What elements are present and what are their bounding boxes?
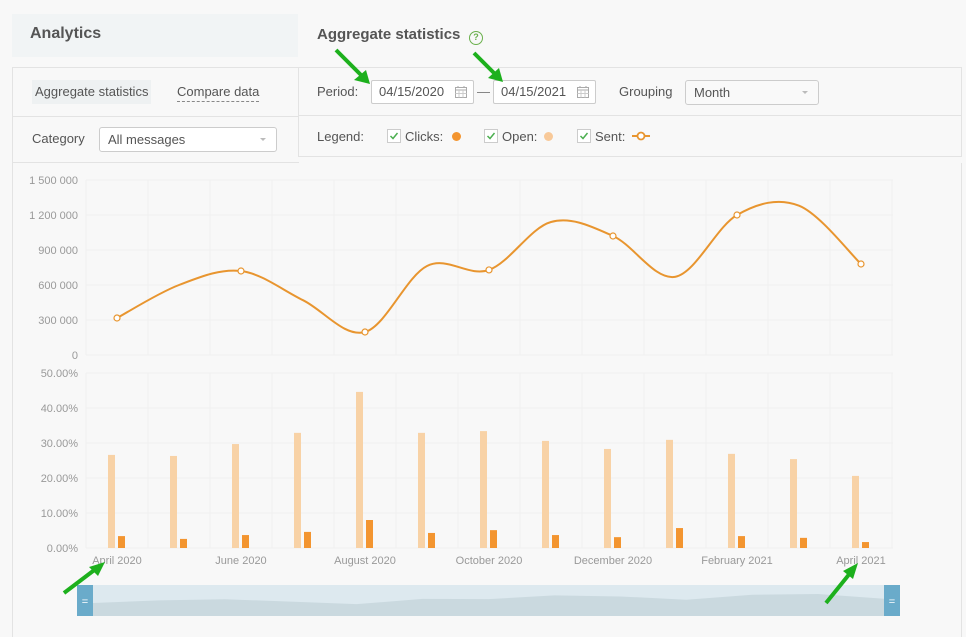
chevron-down-icon [802, 91, 808, 94]
clicks-bar [552, 535, 559, 548]
divider [299, 115, 961, 116]
clicks-bar [428, 532, 435, 548]
sent-legend-label: Sent: [595, 129, 626, 144]
clicks-legend-label: Clicks: [405, 129, 444, 144]
legend-label: Legend: [317, 129, 364, 144]
page-title: Aggregate statistics [317, 26, 461, 43]
clicks-bar [738, 536, 745, 548]
checkmark-icon [389, 132, 399, 140]
sent-point [237, 267, 245, 275]
open-bar [790, 459, 797, 548]
category-label: Category [32, 131, 85, 146]
tab-aggregate-statistics[interactable]: Aggregate statistics [32, 80, 152, 104]
sent-point [361, 328, 369, 336]
y-tick-label: 30.00% [41, 438, 79, 450]
x-tick-label: April 2021 [836, 555, 886, 567]
y-tick-label: 1 500 000 [29, 175, 78, 187]
clicks-checkbox[interactable] [387, 129, 401, 143]
tab-compare-data[interactable]: Compare data [177, 80, 260, 102]
clicks-bar [676, 528, 683, 548]
x-tick-label: October 2020 [456, 555, 523, 567]
y-tick-label: 600 000 [38, 280, 78, 292]
handle-grip-icon: = [889, 596, 895, 608]
sent-point [609, 232, 617, 240]
x-tick-label: February 2021 [701, 555, 773, 567]
open-bar [170, 455, 177, 548]
open-checkbox[interactable] [484, 129, 498, 143]
left-panel: Aggregate statistics Compare data Catego… [12, 67, 299, 163]
sent-checkbox[interactable] [577, 129, 591, 143]
open-bar [108, 454, 115, 548]
sent-point [857, 260, 865, 268]
open-bar [666, 439, 673, 548]
clicks-bar [490, 530, 497, 548]
grouping-label: Grouping [619, 84, 673, 99]
y-tick-label: 300 000 [38, 315, 78, 327]
clicks-bar [118, 536, 125, 548]
date-from-value: 04/15/2020 [379, 84, 445, 99]
sidebar-header: Analytics [12, 14, 298, 57]
checkmark-icon [579, 132, 589, 140]
clicks-bar [800, 537, 807, 548]
sent-point [733, 211, 741, 219]
grouping-select[interactable]: Month [685, 80, 819, 105]
y-tick-label: 20.00% [41, 473, 79, 485]
divider [13, 116, 299, 117]
open-bar [294, 432, 301, 548]
x-tick-label: December 2020 [574, 555, 652, 567]
clicks-bar [614, 537, 621, 548]
sent-marker-icon [632, 131, 650, 141]
y-tick-label: 0.00% [47, 543, 78, 555]
grouping-select-value: Month [694, 85, 731, 100]
y-tick-label: 10.00% [41, 508, 79, 520]
sent-point [485, 266, 493, 274]
open-bar [418, 432, 425, 548]
right-panel: Period: 04/15/2020 — 04/15/2021 Grouping… [298, 67, 962, 157]
date-separator: — [477, 84, 490, 99]
clicks-bar [304, 531, 311, 548]
open-bar [232, 444, 239, 548]
category-select-value: All messages [108, 132, 186, 147]
open-bar [728, 453, 735, 548]
open-legend-label: Open: [502, 129, 538, 144]
checkmark-icon [486, 132, 496, 140]
statistics-chart: 0 300 000 600 000 900 000 1 200 000 1 500 000… [29, 175, 900, 616]
clicks-bar [366, 520, 373, 548]
chart-area: 0 300 000 600 000 900 000 1 200 000 1 500 000… [12, 163, 962, 637]
clicks-marker-icon [452, 132, 461, 141]
y-tick-label: 1 200 000 [29, 210, 78, 222]
date-to-input[interactable]: 04/15/2021 [493, 80, 596, 104]
y-tick-label: 50.00% [41, 368, 79, 380]
date-from-input[interactable]: 04/15/2020 [371, 80, 474, 104]
sent-point [113, 314, 121, 322]
calendar-icon[interactable] [455, 86, 467, 98]
question-circle-icon[interactable]: ? [469, 31, 483, 45]
open-bar [480, 431, 487, 548]
open-bar [542, 440, 549, 548]
handle-grip-icon: = [82, 596, 88, 608]
y-tick-label: 0 [72, 350, 78, 362]
clicks-bar [862, 542, 869, 548]
calendar-icon[interactable] [577, 86, 589, 98]
open-bar [852, 475, 859, 548]
x-tick-label: August 2020 [334, 555, 396, 567]
y-tick-label: 900 000 [38, 245, 78, 257]
range-navigator[interactable]: = = [77, 585, 900, 616]
clicks-bar [180, 538, 187, 548]
open-marker-icon [544, 132, 553, 141]
x-tick-label: June 2020 [215, 555, 266, 567]
clicks-bar [242, 535, 249, 548]
open-bar [604, 448, 611, 548]
open-bar [356, 391, 363, 548]
app-title: Analytics [30, 25, 102, 42]
category-select[interactable]: All messages [99, 127, 277, 152]
date-to-value: 04/15/2021 [501, 84, 567, 99]
chevron-down-icon [260, 138, 266, 141]
period-label: Period: [317, 84, 359, 99]
y-tick-label: 40.00% [41, 403, 79, 415]
